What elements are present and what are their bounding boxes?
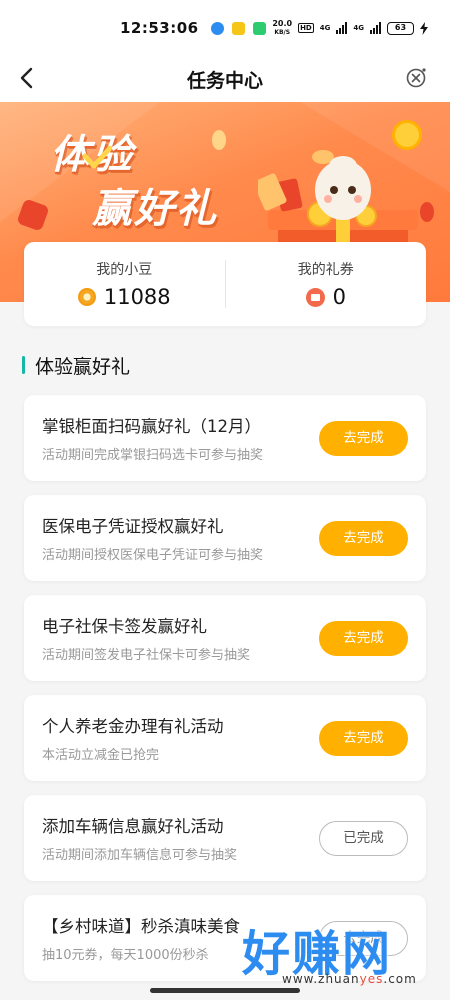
status-bar: 12:53:06 20.0 KB/S HD 4G 4G 63 <box>0 0 450 56</box>
completed-button[interactable]: 已完成 <box>319 821 408 856</box>
watermark-url-suffix: .com <box>383 972 417 986</box>
hd-badge: HD <box>298 23 314 33</box>
beans-label: 我的小豆 <box>96 262 153 278</box>
task-card: 电子社保卡签发赢好礼 活动期间签发电子社保卡可参与抽奖 去完成 <box>24 595 426 681</box>
nav-bar: 任务中心 <box>0 56 450 102</box>
confetti-icon <box>212 130 226 150</box>
beans-value: 11088 <box>103 285 171 309</box>
coupons-value: 0 <box>332 285 346 309</box>
bean-coin-icon <box>77 288 96 306</box>
beans-stat[interactable]: 我的小豆 11088 <box>24 259 225 309</box>
watermark-url: www.zhuanyes.com <box>282 972 417 986</box>
network-label-1: 4G <box>319 24 331 32</box>
task-card: 掌银柜面扫码赢好礼（12月） 活动期间完成掌银扫码选卡可参与抽奖 去完成 <box>24 395 426 481</box>
app-notification-icon <box>231 21 245 35</box>
status-time: 12:53:06 <box>120 19 199 37</box>
go-complete-button[interactable]: 去完成 <box>319 721 408 756</box>
watermark-url-prefix: www.zhuan <box>282 972 360 986</box>
section-accent-bar <box>22 356 25 374</box>
task-card: 个人养老金办理有礼活动 本活动立减金已抢完 去完成 <box>24 695 426 781</box>
task-subtitle: 活动期间授权医保电子凭证可参与抽奖 <box>42 548 264 563</box>
task-title: 添加车辆信息赢好礼活动 <box>42 817 224 836</box>
battery-icon: 63 <box>387 21 414 35</box>
task-subtitle: 活动期间添加车辆信息可参与抽奖 <box>42 848 238 863</box>
signal-icon <box>370 22 381 34</box>
net-speed: 20.0 KB/S <box>272 18 293 37</box>
status-indicators: 20.0 KB/S HD 4G 4G 63 <box>272 18 428 37</box>
section-header: 体验赢好礼 <box>22 352 130 378</box>
coupon-icon <box>305 287 325 307</box>
charging-icon <box>420 21 428 35</box>
go-complete-button[interactable]: 去完成 <box>319 421 408 456</box>
signal-icon <box>336 22 348 34</box>
page-title: 任务中心 <box>186 69 263 92</box>
task-subtitle: 抽10元券，每天1000份秒杀 <box>42 948 209 963</box>
status-app-icons <box>210 21 266 35</box>
task-subtitle: 活动期间签发电子社保卡可参与抽奖 <box>42 648 251 663</box>
watermark-url-highlight: yes <box>359 972 384 986</box>
home-indicator[interactable] <box>150 988 300 993</box>
coin-icon <box>392 120 422 150</box>
app-notification-icon <box>210 21 224 35</box>
coupons-label: 我的礼券 <box>297 262 354 278</box>
task-title: 掌银柜面扫码赢好礼（12月） <box>42 417 261 436</box>
coupons-stat[interactable]: 我的礼券 0 <box>226 259 427 309</box>
go-complete-button[interactable]: 去完成 <box>319 521 408 556</box>
banner-title-line2: 赢好礼 <box>92 186 218 232</box>
task-subtitle: 本活动立减金已抢完 <box>42 748 160 763</box>
watermark-logo: 好赚网 www.zhuanyes.com <box>236 914 450 994</box>
task-title: 个人养老金办理有礼活动 <box>42 717 224 736</box>
net-speed-value: 20.0 <box>272 18 293 28</box>
app-notification-icon <box>252 21 266 35</box>
task-title: 【乡村味道】秒杀滇味美食 <box>42 917 240 936</box>
close-icon[interactable] <box>404 66 428 90</box>
task-subtitle: 活动期间完成掌银扫码选卡可参与抽奖 <box>42 448 264 463</box>
task-card: 添加车辆信息赢好礼活动 活动期间添加车辆信息可参与抽奖 已完成 <box>24 795 426 881</box>
network-label-2: 4G <box>353 24 364 32</box>
checkmark-icon <box>82 146 112 169</box>
stats-card: 我的小豆 11088 我的礼券 0 <box>24 242 426 326</box>
go-complete-button[interactable]: 去完成 <box>319 621 408 656</box>
task-title: 医保电子凭证授权赢好礼 <box>42 517 224 536</box>
net-speed-unit: KB/S <box>274 28 291 36</box>
task-title: 电子社保卡签发赢好礼 <box>42 617 207 636</box>
back-arrow-icon[interactable] <box>16 66 40 90</box>
section-title: 体验赢好礼 <box>35 355 131 378</box>
task-card: 医保电子凭证授权赢好礼 活动期间授权医保电子凭证可参与抽奖 去完成 <box>24 495 426 581</box>
